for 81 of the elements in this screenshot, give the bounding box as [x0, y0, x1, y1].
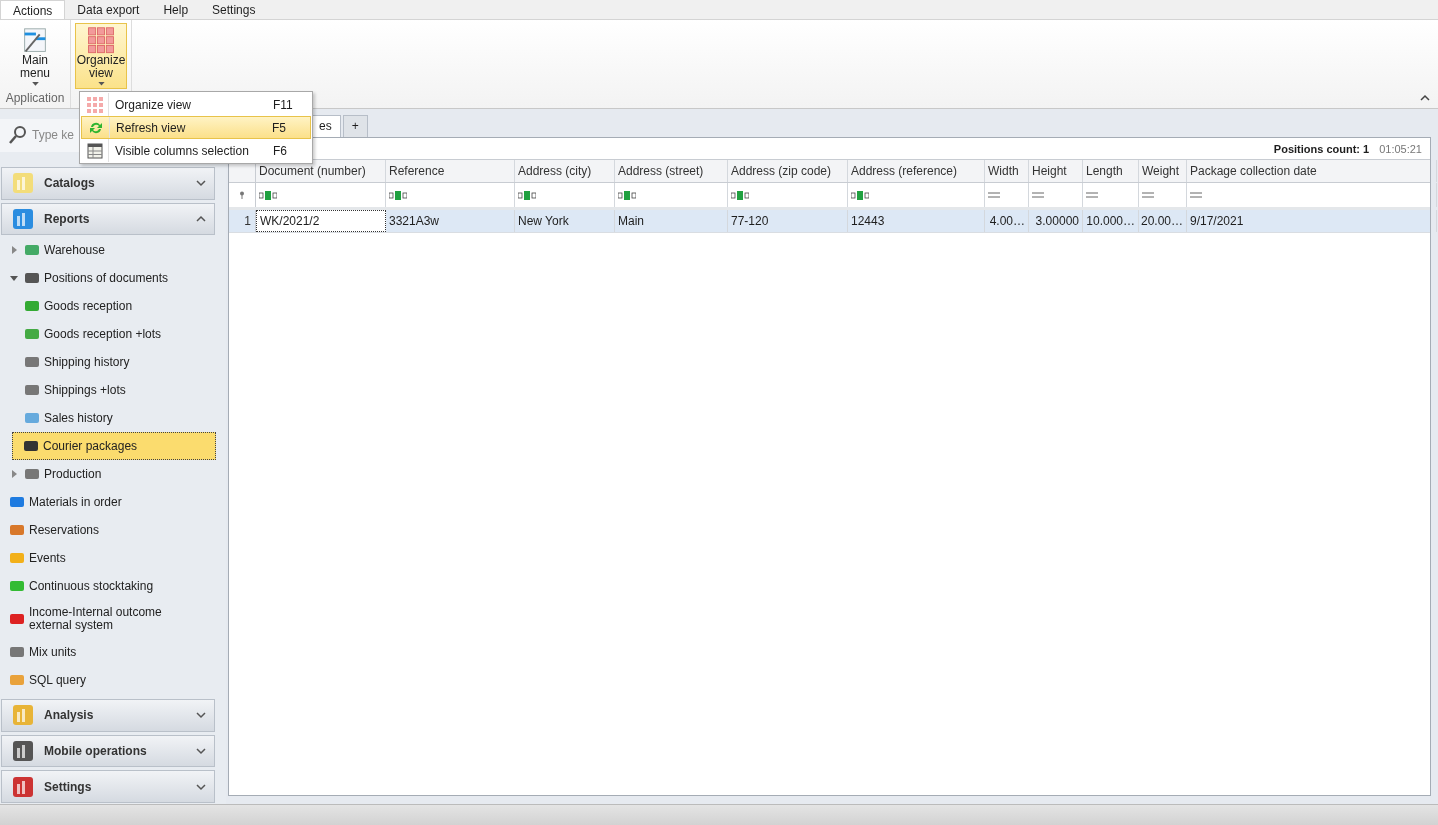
table-cell: 3321A3w: [386, 210, 515, 232]
chevron-down-icon: [196, 711, 206, 720]
sidebar-item[interactable]: Events: [0, 544, 216, 573]
ribbon-tab[interactable]: Data export: [65, 0, 152, 19]
chevron-up-icon: [196, 214, 206, 223]
column-header[interactable]: Address (zip code): [728, 160, 848, 182]
table-cell: 4.00…: [985, 210, 1029, 232]
table-cell: 77-120: [728, 210, 848, 232]
table-cell: 10.000…: [1083, 210, 1139, 232]
sidebar-item[interactable]: Courier packages: [12, 432, 216, 461]
equals-filter-icon[interactable]: [1190, 192, 1202, 198]
sidebar-item[interactable]: Continuous stocktaking: [0, 572, 216, 601]
section-header[interactable]: Catalogs: [1, 166, 215, 200]
table-cell: 3.00000: [1029, 210, 1083, 232]
text-filter-icon[interactable]: [259, 190, 277, 200]
search-icon: [8, 125, 28, 146]
equals-filter-icon[interactable]: [1142, 192, 1154, 198]
chevron-down-icon: [196, 747, 206, 756]
sidebar-item[interactable]: Goods reception +lots: [0, 320, 216, 349]
sidebar-item[interactable]: Materials in order: [0, 488, 216, 517]
sidebar-item[interactable]: Shipping history: [0, 348, 216, 377]
chevron-down-icon: [196, 179, 206, 188]
column-header[interactable]: Width: [985, 160, 1029, 182]
column-header[interactable]: Address (street): [615, 160, 728, 182]
text-filter-icon[interactable]: [389, 190, 407, 200]
menu-item[interactable]: Visible columns selection F6: [81, 139, 311, 162]
caret-icon: [31, 82, 39, 86]
positions-count: Positions count: 1: [1273, 142, 1370, 155]
sidebar-item[interactable]: Warehouse: [0, 236, 216, 265]
grid-icon: [86, 96, 103, 113]
expanded-arrow-icon[interactable]: [10, 274, 18, 283]
table-cell: 12443: [848, 210, 985, 232]
text-filter-icon[interactable]: [518, 190, 536, 200]
table-cell: New York: [515, 210, 615, 232]
sidebar-item[interactable]: Sales history: [0, 404, 216, 433]
sidebar-item[interactable]: SQL query: [0, 666, 216, 695]
ribbon-button[interactable]: Organize view: [75, 23, 127, 89]
section-header[interactable]: Mobile operations: [1, 734, 215, 768]
text-filter-icon[interactable]: [851, 190, 869, 200]
menu-item[interactable]: Refresh view F5: [81, 116, 311, 139]
sidebar-item[interactable]: Reservations: [0, 516, 216, 545]
column-header[interactable]: Reference: [386, 160, 515, 182]
text-filter-icon[interactable]: [731, 190, 749, 200]
text-filter-icon[interactable]: [618, 190, 636, 200]
table-icon: [86, 142, 103, 159]
sidebar-item[interactable]: Production: [0, 460, 216, 489]
pin-icon: [239, 191, 245, 199]
ribbon-tab[interactable]: Settings: [200, 0, 268, 19]
equals-filter-icon[interactable]: [988, 192, 1000, 198]
collapsed-arrow-icon[interactable]: [10, 246, 18, 255]
column-header[interactable]: Length: [1083, 160, 1139, 182]
section-header[interactable]: Reports: [1, 202, 215, 236]
sidebar-item[interactable]: Shippings +lots: [0, 376, 216, 405]
ribbon-tab[interactable]: Help: [151, 0, 201, 19]
column-header[interactable]: Height: [1029, 160, 1083, 182]
column-header[interactable]: Address (reference): [848, 160, 985, 182]
table-cell: Main: [615, 210, 728, 232]
collapsed-arrow-icon[interactable]: [10, 470, 18, 479]
column-header[interactable]: Package collection date: [1187, 160, 1437, 182]
equals-filter-icon[interactable]: [1032, 192, 1044, 198]
document-tab[interactable]: +: [342, 115, 368, 137]
section-header[interactable]: Analysis: [1, 699, 215, 732]
column-header[interactable]: Weight: [1139, 160, 1187, 182]
caret-icon: [97, 82, 105, 86]
table-cell: 9/17/2021: [1187, 210, 1437, 232]
ribbon-tab[interactable]: Actions: [0, 0, 66, 19]
ribbon-button[interactable]: Main menu: [4, 23, 66, 89]
equals-filter-icon[interactable]: [1086, 192, 1098, 198]
collapse-icon[interactable]: [1420, 94, 1430, 102]
table-cell: 20.00…: [1139, 210, 1187, 232]
chevron-down-icon: [196, 782, 206, 791]
group-label: Application: [4, 91, 66, 107]
sidebar-item[interactable]: Income-Internal outcome external system: [0, 600, 216, 639]
sidebar-item[interactable]: Goods reception: [0, 292, 216, 321]
sidebar-item[interactable]: Mix units: [0, 638, 216, 667]
sidebar-item[interactable]: Positions of documents: [0, 264, 216, 293]
time-label: 01:05:21: [1379, 142, 1422, 155]
section-header[interactable]: Settings: [1, 770, 215, 803]
table-cell: WK/2021/2: [256, 210, 386, 232]
search-field[interactable]: Type ke: [32, 128, 76, 143]
column-header[interactable]: Address (city): [515, 160, 615, 182]
